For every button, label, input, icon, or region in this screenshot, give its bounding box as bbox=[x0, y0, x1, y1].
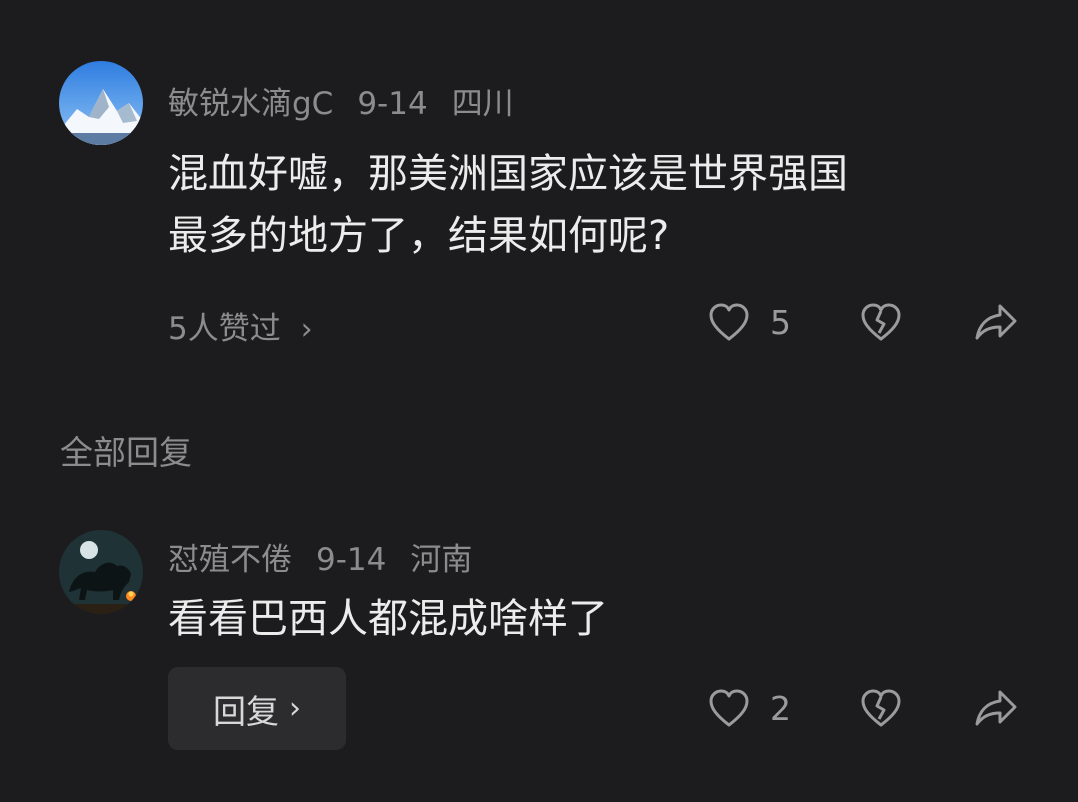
broken-heart-icon bbox=[861, 689, 901, 727]
like-count: 5 bbox=[770, 302, 791, 342]
heart-outline-icon bbox=[709, 303, 749, 341]
liked-by-label: 5人赞过 bbox=[168, 311, 281, 347]
reply-date: 9-14 bbox=[316, 542, 387, 578]
chevron-right-icon: › bbox=[300, 312, 313, 347]
replies-header: 全部回复 bbox=[60, 433, 192, 472]
comment-location: 四川 bbox=[451, 86, 514, 122]
like-button[interactable]: 2 bbox=[708, 688, 791, 728]
like-count: 2 bbox=[770, 688, 791, 728]
username[interactable]: 敏锐水滴gC bbox=[168, 86, 333, 122]
liked-by-link[interactable]: 5人赞过 › bbox=[168, 303, 313, 348]
comment-item: 敏锐水滴gC 9-14 四川 混血好嘘，那美洲国家应该是世界强国 最多的地方了，结果… bbox=[0, 0, 1078, 400]
comment-text-line: 混血好嘘，那美洲国家应该是世界强国 bbox=[168, 151, 848, 197]
dislike-button[interactable] bbox=[860, 302, 902, 342]
avatar[interactable] bbox=[59, 61, 143, 145]
reply-item: 怼殖不倦 9-14 河南 看看巴西人都混成啥样了 2 bbox=[0, 500, 1078, 802]
dislike-button[interactable] bbox=[860, 688, 902, 728]
chevron-right-icon: › bbox=[289, 691, 301, 726]
share-arrow-icon bbox=[975, 690, 1017, 726]
heart-outline-icon bbox=[709, 689, 749, 727]
reply-meta: 怼殖不倦 9-14 河南 bbox=[168, 534, 496, 579]
comment-date: 9-14 bbox=[357, 86, 428, 122]
reply-text: 看看巴西人都混成啥样了 bbox=[168, 596, 608, 642]
share-button[interactable] bbox=[974, 302, 1018, 342]
share-button[interactable] bbox=[974, 688, 1018, 728]
reply-location: 河南 bbox=[410, 542, 473, 578]
comment-meta: 敏锐水滴gC 9-14 四川 bbox=[168, 78, 538, 123]
like-button[interactable]: 5 bbox=[708, 302, 791, 342]
comment-text: 混血好嘘，那美洲国家应该是世界强国 最多的地方了，结果如何呢? bbox=[168, 143, 1028, 267]
username[interactable]: 怼殖不倦 bbox=[168, 542, 292, 578]
broken-heart-icon bbox=[861, 303, 901, 341]
reply-button-label: 回复 bbox=[213, 691, 279, 731]
avatar[interactable] bbox=[59, 530, 143, 614]
share-arrow-icon bbox=[975, 304, 1017, 340]
reply-button[interactable]: 回复 › bbox=[168, 667, 346, 750]
comment-text-line: 最多的地方了，结果如何呢? bbox=[168, 213, 670, 259]
